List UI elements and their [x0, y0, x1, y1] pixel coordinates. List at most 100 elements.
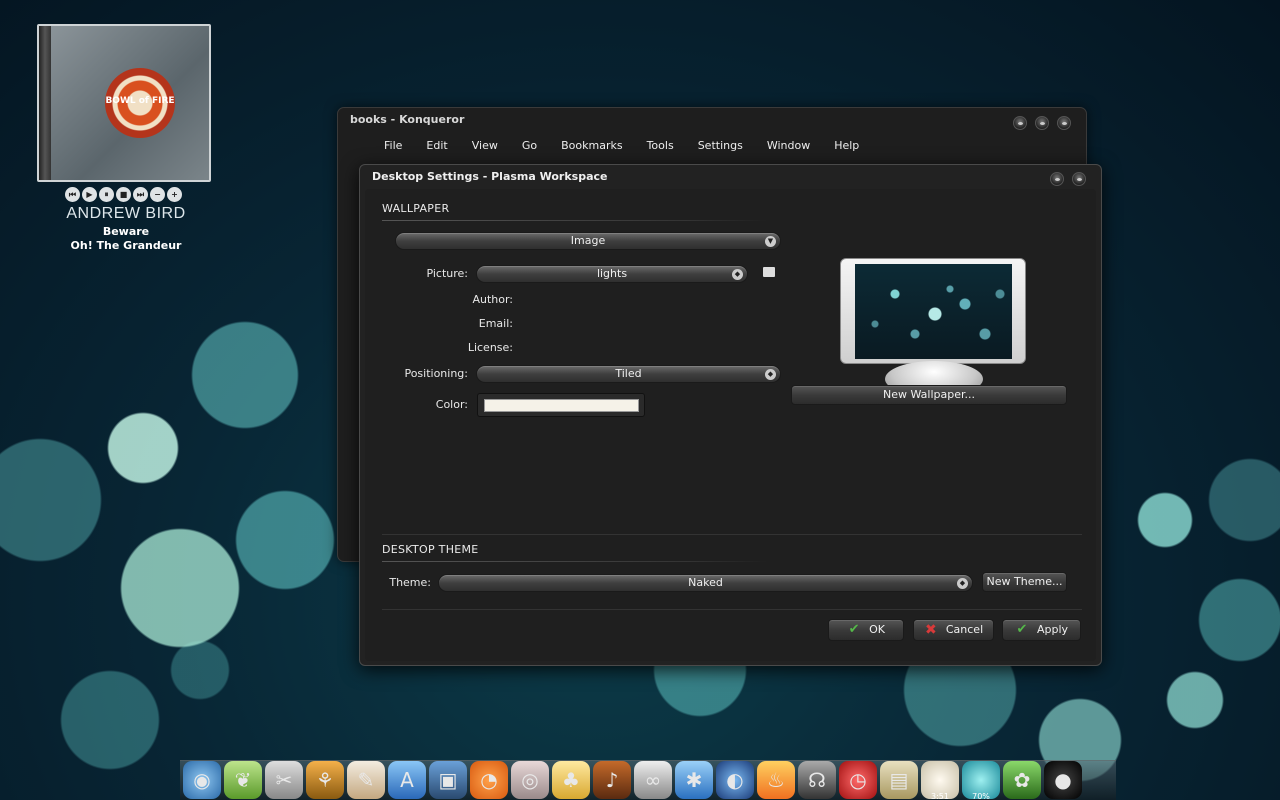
prev-icon[interactable]: ⏮: [65, 187, 80, 202]
wallpaper-section-title: WALLPAPER: [382, 202, 450, 215]
updown-icon: ◆: [732, 269, 743, 280]
tools-icon[interactable]: ✂: [265, 761, 303, 799]
cover-text: BOWL of FIRE: [105, 96, 175, 106]
chalkboard-icon[interactable]: ▤: [880, 761, 918, 799]
dialog-window-buttons: [1050, 172, 1086, 186]
network-icon[interactable]: ✱: [675, 761, 713, 799]
updown-icon: ◆: [765, 369, 776, 380]
globe-icon[interactable]: ◐: [716, 761, 754, 799]
minimize-icon[interactable]: [1013, 116, 1027, 130]
close-icon[interactable]: [1072, 172, 1086, 186]
picture-label: Picture:: [426, 267, 468, 280]
apply-label: Apply: [1036, 623, 1069, 636]
dock-items: ◉ ❦ ✂ ⚘ ✎ A ▣ ◔ ◎ ♣ ♪ ∞ ✱ ◐ ♨ ☊ ◷ ▤ 3:51…: [183, 761, 1082, 800]
close-icon[interactable]: [1057, 116, 1071, 130]
alarm-icon[interactable]: ◷: [839, 761, 877, 799]
konqueror-title: books - Konqueror: [350, 113, 465, 126]
theme-top-separator: [382, 534, 1082, 535]
cancel-button[interactable]: ✖ Cancel: [913, 619, 994, 641]
cancel-x-icon: ✖: [924, 622, 937, 638]
minus-icon[interactable]: −: [150, 187, 165, 202]
positioning-select[interactable]: Tiled ◆: [476, 365, 781, 383]
theme-value: Naked: [688, 576, 723, 589]
menu-settings[interactable]: Settings: [686, 139, 755, 152]
plus-icon[interactable]: +: [167, 187, 182, 202]
email-label: Email:: [478, 317, 513, 330]
flame-icon[interactable]: ♨: [757, 761, 795, 799]
leaf-icon[interactable]: ❦: [224, 761, 262, 799]
picture-select[interactable]: lights ◆: [476, 265, 748, 283]
media-player-icon[interactable]: ◉: [183, 761, 221, 799]
cancel-label: Cancel: [945, 623, 984, 636]
updown-icon: ◆: [957, 578, 968, 589]
link-icon[interactable]: ∞: [634, 761, 672, 799]
stop-icon[interactable]: ■: [116, 187, 131, 202]
theme-label: Theme:: [389, 576, 431, 589]
now-playing-artist: ANDREW BIRD: [66, 205, 186, 222]
dialog-title: Desktop Settings - Plasma Workspace: [372, 170, 608, 183]
dialog-content: WALLPAPER Image ▼ Picture: lights ◆ Auth…: [365, 189, 1096, 661]
menu-help[interactable]: Help: [822, 139, 871, 152]
apply-button[interactable]: ✔ Apply: [1002, 619, 1081, 641]
desktop-settings-dialog: Desktop Settings - Plasma Workspace WALL…: [359, 164, 1102, 666]
open-file-icon[interactable]: [763, 267, 775, 277]
next-icon[interactable]: ⏭: [133, 187, 148, 202]
menu-window[interactable]: Window: [755, 139, 822, 152]
ok-label: OK: [869, 623, 885, 636]
wallpaper-preview: [855, 264, 1012, 359]
new-wallpaper-button[interactable]: New Wallpaper...: [791, 385, 1067, 405]
play-icon[interactable]: ▶: [82, 187, 97, 202]
weather-icon[interactable]: 70%: [962, 761, 1000, 800]
album-cover: BOWL of FIRE: [37, 24, 211, 182]
menubar: File Edit View Go Bookmarks Tools Settin…: [372, 139, 871, 152]
theme-section-title: DESKTOP THEME: [382, 543, 479, 556]
menu-view[interactable]: View: [460, 139, 510, 152]
wallpaper-type-select[interactable]: Image ▼: [395, 232, 781, 250]
weather-badge: 70%: [972, 792, 990, 800]
license-label: License:: [467, 341, 513, 354]
app-store-icon[interactable]: A: [388, 761, 426, 799]
speaker-icon[interactable]: ●: [1044, 761, 1082, 799]
plant-icon[interactable]: ✿: [1003, 761, 1041, 799]
menu-file[interactable]: File: [372, 139, 414, 152]
menu-tools[interactable]: Tools: [635, 139, 686, 152]
headphones-icon[interactable]: ☊: [798, 761, 836, 799]
check-icon: ✔: [848, 622, 860, 637]
cover-emblem: BOWL of FIRE: [105, 68, 175, 138]
rss-icon[interactable]: ◔: [470, 761, 508, 799]
check-icon: ✔: [1016, 622, 1028, 637]
buttons-separator: [382, 609, 1082, 610]
menu-bookmarks[interactable]: Bookmarks: [549, 139, 634, 152]
cart-icon[interactable]: ⚘: [306, 761, 344, 799]
cover-spine: [39, 26, 51, 180]
tux-icon[interactable]: ♣: [552, 761, 590, 799]
maximize-icon[interactable]: [1035, 116, 1049, 130]
positioning-label: Positioning:: [404, 367, 468, 380]
wallpaper-preview-monitor: [840, 258, 1026, 364]
wallpaper-separator: [382, 220, 767, 221]
author-label: Author:: [472, 293, 513, 306]
menu-edit[interactable]: Edit: [414, 139, 459, 152]
clock-icon[interactable]: 3:51: [921, 761, 959, 800]
disc-icon[interactable]: ◎: [511, 761, 549, 799]
paint-icon[interactable]: ✎: [347, 761, 385, 799]
wallpaper-type-value: Image: [570, 234, 606, 247]
positioning-value: Tiled: [615, 367, 642, 380]
konqueror-window-buttons: [1013, 116, 1071, 130]
picture-value: lights: [596, 267, 628, 280]
color-swatch: [484, 399, 639, 412]
color-button[interactable]: [477, 393, 645, 417]
theme-select[interactable]: Naked ◆: [438, 574, 973, 592]
now-playing-track: Beware: [102, 225, 150, 238]
theme-separator: [382, 561, 767, 562]
menu-go[interactable]: Go: [510, 139, 549, 152]
photos-icon[interactable]: ▣: [429, 761, 467, 799]
ok-button[interactable]: ✔ OK: [828, 619, 904, 641]
clock-badge: 3:51: [931, 792, 949, 800]
guitar-icon[interactable]: ♪: [593, 761, 631, 799]
chevron-down-icon: ▼: [765, 236, 776, 247]
pause-icon[interactable]: ⏸: [99, 187, 114, 202]
help-icon[interactable]: [1050, 172, 1064, 186]
new-theme-button[interactable]: New Theme...: [982, 572, 1067, 592]
player-controls: ⏮ ▶ ⏸ ■ ⏭ − +: [65, 187, 182, 202]
